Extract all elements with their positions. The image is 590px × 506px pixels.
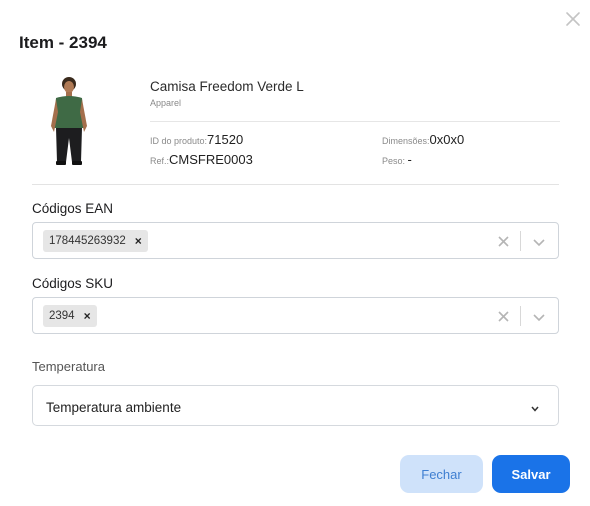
sku-label: Códigos SKU (32, 276, 114, 291)
ean-label: Códigos EAN (32, 201, 114, 216)
caret-down-icon (530, 401, 540, 412)
ean-multiselect[interactable]: 178445263932 × (32, 222, 559, 259)
temperatura-label: Temperatura (32, 359, 105, 374)
ean-chip: 178445263932 × (43, 230, 148, 252)
product-dimensions: Dimensões:0x0x0 (382, 132, 464, 147)
product-ref-value: CMSFRE0003 (169, 152, 253, 167)
temperatura-select[interactable]: Temperatura ambiente (32, 385, 559, 426)
chevron-down-icon[interactable] (532, 235, 546, 247)
temperatura-value: Temperatura ambiente (46, 400, 182, 415)
sku-chip: 2394 × (43, 305, 97, 327)
product-ref-label: Ref.: (150, 156, 170, 166)
product-ref: Ref.:CMSFRE0003 (150, 152, 253, 167)
product-name: Camisa Freedom Verde L (150, 79, 304, 94)
product-dimensions-label: Dimensões: (382, 136, 430, 146)
product-id: ID do produto:71520 (150, 132, 243, 147)
product-divider (150, 121, 560, 122)
product-weight-label: Peso: (382, 156, 406, 166)
clear-icon[interactable] (497, 308, 511, 324)
chip-remove-icon[interactable]: × (84, 309, 91, 323)
product-id-label: ID do produto: (150, 136, 208, 146)
sku-multiselect[interactable]: 2394 × (32, 297, 559, 334)
clear-icon[interactable] (497, 233, 511, 249)
product-id-value: 71520 (207, 132, 244, 147)
product-image (46, 76, 92, 166)
product-weight-value: - (407, 152, 412, 167)
indicator-separator (520, 306, 521, 326)
salvar-button[interactable]: Salvar (492, 455, 570, 493)
ean-chip-text: 178445263932 (49, 235, 126, 247)
sku-chip-text: 2394 (49, 310, 75, 322)
indicator-separator (520, 231, 521, 251)
product-weight: Peso: - (382, 152, 412, 167)
product-category: Apparel (150, 98, 182, 108)
chevron-down-icon[interactable] (532, 310, 546, 322)
section-divider (32, 184, 559, 185)
modal-title: Item - 2394 (19, 33, 107, 52)
product-dimensions-value: 0x0x0 (429, 132, 465, 147)
item-modal: Item - 2394 Camisa Freedom Verde L Appar… (0, 0, 590, 506)
close-icon[interactable] (563, 9, 583, 29)
fechar-button[interactable]: Fechar (400, 455, 483, 493)
chip-remove-icon[interactable]: × (135, 234, 142, 248)
